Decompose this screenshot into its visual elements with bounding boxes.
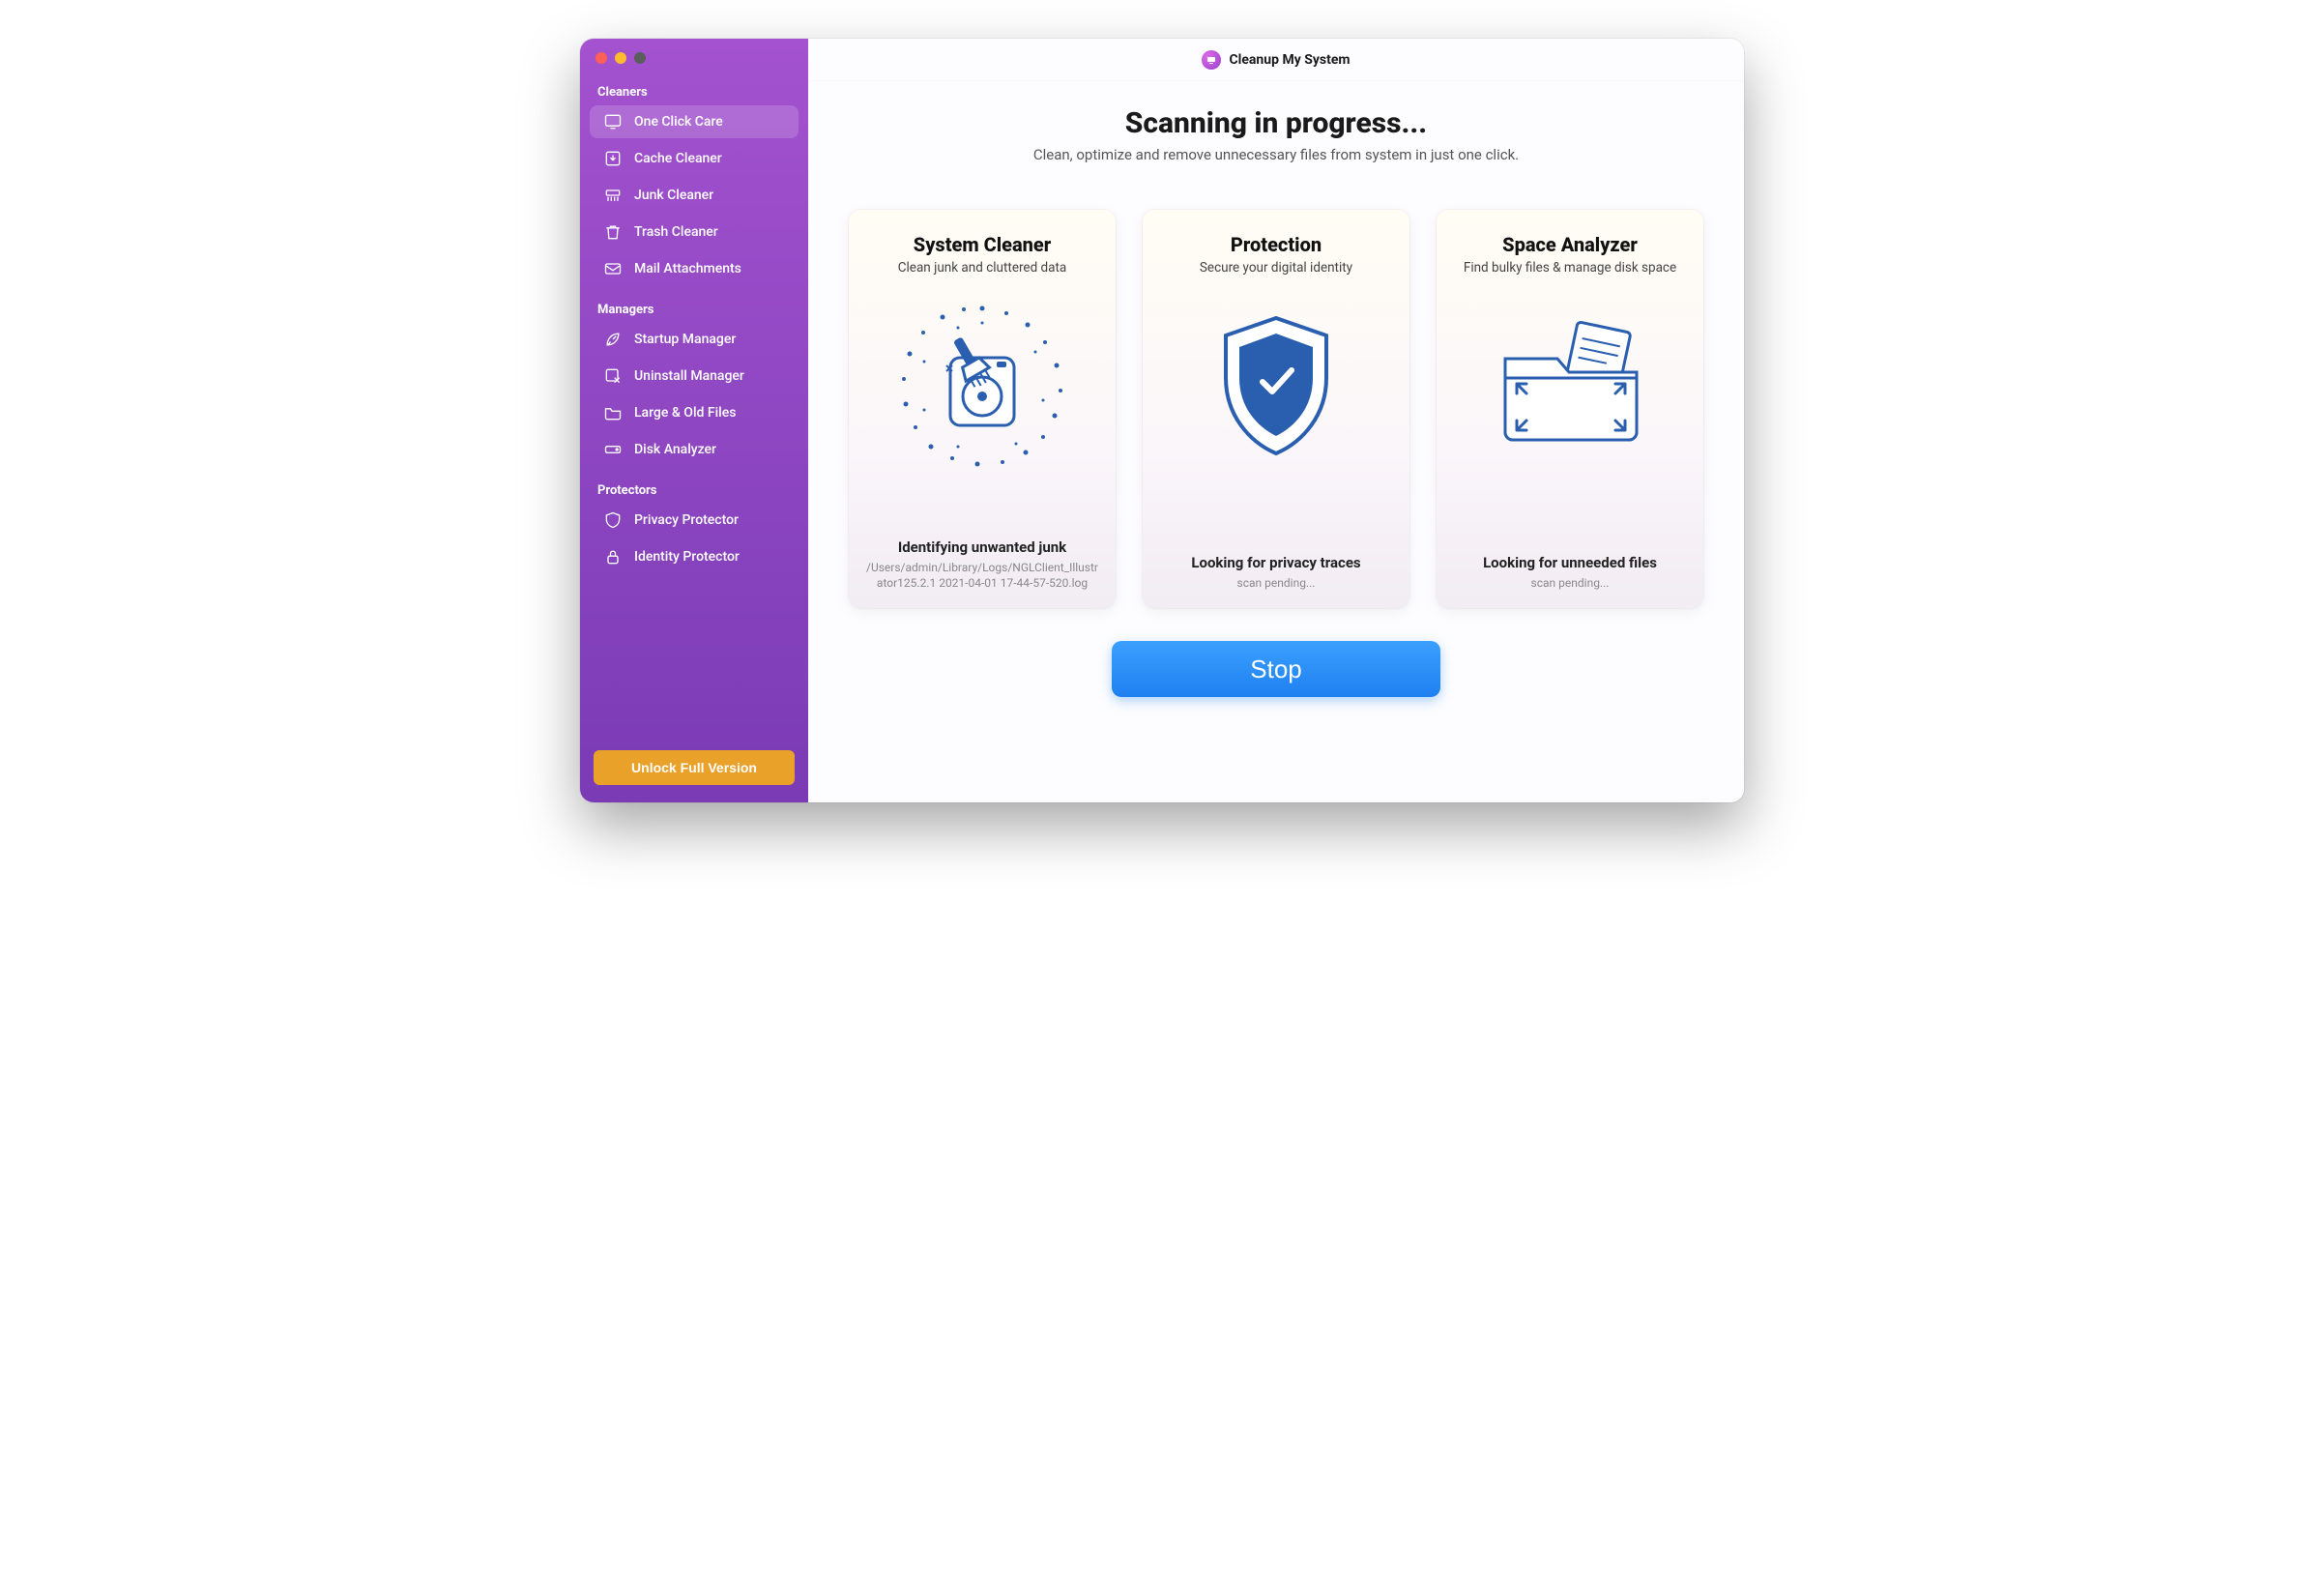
action-row: Stop	[808, 608, 1744, 697]
rocket-icon	[603, 330, 623, 349]
main-content: Cleanup My System Scanning in progress..…	[808, 39, 1744, 802]
maximize-window-button[interactable]	[634, 52, 646, 64]
trash-icon	[603, 222, 623, 242]
mail-icon	[603, 259, 623, 278]
sidebar-item-uninstall-manager[interactable]: Uninstall Manager	[590, 360, 799, 392]
unlock-full-version-button[interactable]: Unlock Full Version	[594, 750, 795, 785]
sidebar-item-label: Privacy Protector	[634, 512, 739, 528]
hero-title: Scanning in progress...	[808, 106, 1744, 140]
space-analyzer-illustration	[1473, 289, 1667, 482]
monitor-icon	[603, 112, 623, 131]
card-title: System Cleaner	[914, 233, 1051, 256]
sidebar-item-label: Mail Attachments	[634, 261, 741, 276]
card-system-cleaner: System Cleaner Clean junk and cluttered …	[849, 210, 1116, 608]
sidebar-section-label: Managers	[580, 297, 808, 321]
sidebar-item-disk-analyzer[interactable]: Disk Analyzer	[590, 433, 799, 466]
system-cleaner-illustration	[886, 289, 1079, 482]
sidebar-item-label: Identity Protector	[634, 549, 740, 565]
sidebar-item-label: Startup Manager	[634, 332, 736, 347]
sidebar-item-label: Junk Cleaner	[634, 188, 713, 203]
sidebar-item-junk-cleaner[interactable]: Junk Cleaner	[590, 179, 799, 212]
app-title: Cleanup My System	[1229, 52, 1350, 68]
app-logo-icon	[1202, 50, 1221, 70]
sidebar-item-startup-manager[interactable]: Startup Manager	[590, 323, 799, 356]
card-subtitle: Secure your digital identity	[1200, 260, 1352, 276]
sidebar-item-mail-attachments[interactable]: Mail Attachments	[590, 252, 799, 285]
sidebar-item-label: One Click Care	[634, 114, 723, 130]
sidebar-item-trash-cleaner[interactable]: Trash Cleaner	[590, 216, 799, 248]
sidebar-item-label: Disk Analyzer	[634, 442, 716, 457]
card-space-analyzer: Space Analyzer Find bulky files & manage…	[1437, 210, 1703, 608]
uninstall-icon	[603, 366, 623, 386]
card-status-detail: /Users/admin/Library/Logs/NGLClient_Illu…	[862, 560, 1102, 591]
sidebar: Cleaners One Click Care Cache Cleaner Ju…	[580, 39, 808, 802]
cards-row: System Cleaner Clean junk and cluttered …	[808, 173, 1744, 608]
sidebar-item-label: Uninstall Manager	[634, 368, 744, 384]
sidebar-item-label: Trash Cleaner	[634, 224, 718, 240]
card-status-title: Looking for privacy traces	[1191, 554, 1360, 571]
disk-icon	[603, 440, 623, 459]
sidebar-item-privacy-protector[interactable]: Privacy Protector	[590, 504, 799, 537]
hero-subtitle: Clean, optimize and remove unnecessary f…	[808, 146, 1744, 163]
sidebar-item-cache-cleaner[interactable]: Cache Cleaner	[590, 142, 799, 175]
card-status-title: Identifying unwanted junk	[898, 538, 1066, 556]
window-controls	[580, 52, 808, 79]
card-status-title: Looking for unneeded files	[1483, 554, 1657, 571]
sidebar-section-label: Cleaners	[580, 79, 808, 103]
titlebar: Cleanup My System	[808, 39, 1744, 81]
hero: Scanning in progress... Clean, optimize …	[808, 81, 1744, 173]
close-window-button[interactable]	[596, 52, 607, 64]
protection-illustration	[1179, 289, 1373, 482]
app-window: Cleaners One Click Care Cache Cleaner Ju…	[580, 39, 1744, 802]
shield-icon	[603, 510, 623, 530]
card-title: Space Analyzer	[1502, 233, 1638, 256]
card-subtitle: Clean junk and cluttered data	[898, 260, 1067, 276]
card-status-detail: scan pending...	[1234, 575, 1320, 591]
shredder-icon	[603, 186, 623, 205]
minimize-window-button[interactable]	[615, 52, 626, 64]
card-status-detail: scan pending...	[1527, 575, 1613, 591]
sidebar-item-label: Cache Cleaner	[634, 151, 722, 166]
card-protection: Protection Secure your digital identity …	[1143, 210, 1409, 608]
lock-icon	[603, 547, 623, 567]
stop-button[interactable]: Stop	[1112, 641, 1440, 697]
download-box-icon	[603, 149, 623, 168]
card-title: Protection	[1231, 233, 1322, 256]
sidebar-item-one-click-care[interactable]: One Click Care	[590, 105, 799, 138]
sidebar-item-identity-protector[interactable]: Identity Protector	[590, 540, 799, 573]
sidebar-item-label: Large & Old Files	[634, 405, 736, 421]
sidebar-section-label: Protectors	[580, 478, 808, 502]
sidebar-item-large-old-files[interactable]: Large & Old Files	[590, 396, 799, 429]
folder-icon	[603, 403, 623, 422]
card-subtitle: Find bulky files & manage disk space	[1464, 260, 1676, 276]
